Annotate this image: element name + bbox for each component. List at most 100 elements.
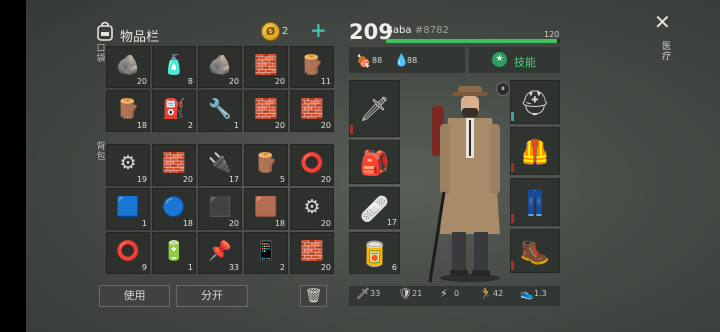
pocket-slot[interactable]: 🪵 18 [106, 90, 150, 132]
durability-bar [350, 125, 353, 134]
combat-stat-value: 21 [412, 289, 423, 298]
combat-stat-value: 42 [493, 289, 504, 298]
feet-slot[interactable]: 🥾 [510, 229, 560, 273]
item-quantity: 18 [274, 219, 285, 228]
pocket-slot[interactable]: 🪨 20 [198, 46, 242, 88]
backpack-slot[interactable]: 🧱 20 [152, 144, 196, 186]
add-coins-button[interactable]: + [310, 19, 327, 41]
item-quantity: 20 [320, 175, 331, 184]
item-quantity: 1 [141, 219, 147, 228]
stomach-icon: 🍖 [356, 54, 371, 68]
legs-slot[interactable]: 👖 [510, 178, 560, 226]
backpack-slot[interactable]: 🪵 5 [244, 144, 288, 186]
combat-stat-value: 33 [370, 289, 381, 298]
side-tab-medical[interactable]: 医疗 [662, 42, 672, 62]
backpack-slot[interactable]: ⭕ 9 [106, 232, 150, 274]
backpack-slot[interactable]: 🟦 1 [106, 188, 150, 230]
iron-bar-icon: ⬛ [208, 196, 232, 218]
backpack-slot[interactable]: ⭕ 20 [290, 144, 334, 186]
boots-icon: 🥾 [520, 238, 550, 266]
body-slot[interactable]: 🦺 [510, 127, 560, 175]
trash-button[interactable]: 🗑 [300, 285, 327, 307]
inventory-screen: 物品栏 Ø 2 + 口袋 背包 🪨 20 🧴 8 🪨 20 🧱 20 🪵 11 🪵 18 ⛽ 2 🔧 1 🧱 20… [26, 0, 720, 332]
wood-plank-icon: 🪵 [116, 98, 140, 120]
pockets-label: 口袋 [96, 44, 106, 64]
item-quantity: 20 [320, 121, 331, 130]
skills-label: 技能 [514, 56, 536, 69]
log-icon: 🪵 [254, 152, 278, 174]
backpack-icon [96, 21, 114, 41]
character-model [420, 84, 520, 284]
battery-icon: 🔋 [162, 240, 186, 262]
circuit-board-icon: 🟦 [116, 196, 140, 218]
consumable-2-qty: 6 [391, 263, 397, 272]
item-quantity: 19 [136, 175, 147, 184]
item-quantity: 8 [187, 77, 193, 86]
inventory-title: 物品栏 [120, 30, 160, 45]
backpack-slot[interactable]: 📱 2 [244, 232, 288, 274]
backpack-slot[interactable]: ⬛ 20 [198, 188, 242, 230]
combat-stat-icon: 🛡 [398, 287, 412, 300]
item-quantity: 9 [141, 263, 147, 272]
pocket-slot[interactable]: 🧱 20 [290, 90, 334, 132]
limestone-icon: 🧱 [254, 54, 278, 76]
consumable-slot-1[interactable]: 🩹 17 [349, 187, 400, 229]
scrap-metal-icon: ⚙ [303, 196, 321, 218]
leather-icon: 🟫 [254, 196, 278, 218]
item-quantity: 1 [233, 121, 239, 130]
consumable-slot-2[interactable]: 🥫 6 [349, 232, 400, 274]
item-quantity: 20 [228, 77, 239, 86]
item-quantity: 11 [320, 77, 331, 86]
durability-bar [511, 261, 514, 270]
pocket-slot[interactable]: 🔧 1 [198, 90, 242, 132]
coin-count: 2 [282, 26, 289, 37]
wood-plank-icon: 🪵 [300, 54, 324, 76]
nails-icon: 📌 [208, 240, 232, 262]
backpack-label: 背包 [96, 142, 106, 162]
backpack-slot[interactable]: 🔋 1 [152, 232, 196, 274]
pocket-slot[interactable]: 🧴 8 [152, 46, 196, 88]
pocket-slot[interactable]: ⛽ 2 [152, 90, 196, 132]
smartphone-icon: 📱 [254, 240, 278, 262]
pocket-slot[interactable]: 🧱 20 [244, 90, 288, 132]
backpack-slot[interactable]: 🟫 18 [244, 188, 288, 230]
helmet-icon: ⛑ [519, 89, 551, 117]
split-button[interactable]: 分开 [176, 285, 248, 307]
combat-stat-value: 1.3 [534, 289, 547, 298]
head-slot[interactable]: ⛑ [510, 80, 560, 124]
close-icon[interactable]: ✕ [654, 10, 671, 34]
limestone-icon: 🧱 [162, 152, 186, 174]
pocket-slot[interactable]: 🪨 20 [106, 46, 150, 88]
pants-icon: 👖 [520, 189, 550, 217]
armor-info-icon[interactable]: ⏸ [496, 82, 510, 96]
combat-stat-icon: 🏃 [479, 287, 493, 300]
backpack-equip-icon: 🎒 [359, 149, 390, 177]
backpack-slot[interactable]: 📌 33 [198, 232, 242, 274]
durability-bar [511, 163, 514, 172]
item-quantity: 20 [274, 121, 285, 130]
pocket-slot[interactable]: 🧱 20 [244, 46, 288, 88]
xp-value: 120 [544, 30, 560, 39]
item-quantity: 20 [320, 263, 331, 272]
pocket-slot[interactable]: 🪵 11 [290, 46, 334, 88]
food-value: 88 [372, 56, 383, 65]
backpack-slot[interactable]: 🎒 [349, 140, 400, 184]
jerrycan-icon: ⛽ [162, 98, 186, 120]
consumable-1-qty: 17 [386, 218, 397, 227]
backpack-slot[interactable]: 🔌 17 [198, 144, 242, 186]
backpack-slot[interactable]: 🔵 18 [152, 188, 196, 230]
limestone-icon: 🧱 [254, 98, 278, 120]
weapon-slot[interactable]: 🗡 [349, 80, 400, 137]
duct-tape-icon: 🔵 [162, 196, 186, 218]
bearing-icon: ⭕ [116, 240, 140, 262]
combat-stat-value: 0 [454, 289, 460, 298]
limestone-icon: 🧱 [300, 240, 324, 262]
xp-bar-fill [386, 39, 557, 43]
backpack-slot[interactable]: 🧱 20 [290, 232, 334, 274]
vest-icon: 🦺 [520, 138, 550, 166]
item-quantity: 17 [228, 175, 239, 184]
scrap-metal-icon: ⚙ [119, 152, 137, 174]
backpack-slot[interactable]: ⚙ 19 [106, 144, 150, 186]
use-button[interactable]: 使用 [99, 285, 170, 307]
backpack-slot[interactable]: ⚙ 20 [290, 188, 334, 230]
